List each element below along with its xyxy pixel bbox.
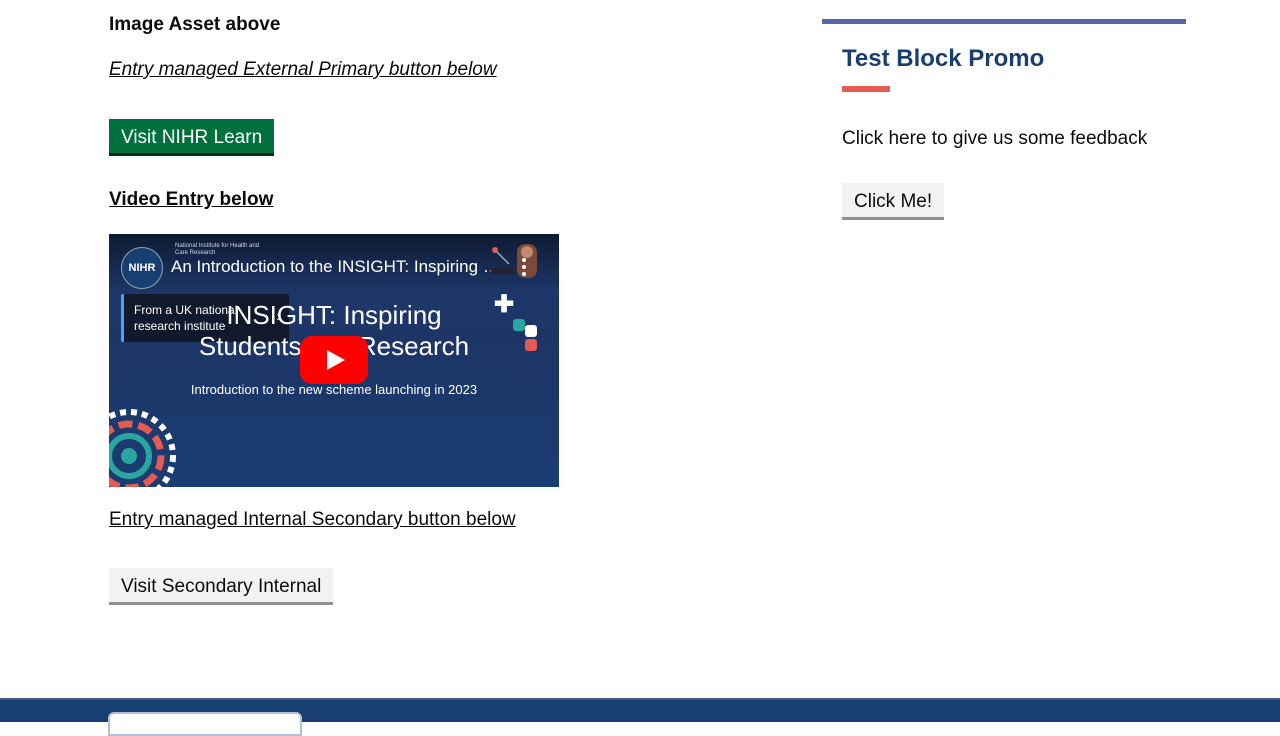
circle-pattern-icon [109,409,176,487]
hexagon-white-icon [525,325,537,337]
promo-accent-bar [842,86,890,92]
visit-nihr-learn-button[interactable]: Visit NIHR Learn [109,119,275,156]
plus-decoration-icon: ✚ [494,291,515,318]
video-entry-heading[interactable]: Video Entry below [109,189,273,211]
more-options-icon[interactable] [517,256,531,278]
click-me-button[interactable]: Click Me! [842,183,945,220]
hexagon-teal-icon [513,319,525,331]
secondary-intro-link[interactable]: Entry managed Internal Secondary button … [109,509,516,531]
thumbnail-title-line1: INSIGHT: Inspiring [226,300,442,330]
promo-text: Click here to give us some feedback [842,128,1148,149]
test-block-promo: Test Block Promo Click here to give us s… [822,19,1186,220]
youtube-play-icon[interactable] [300,336,368,384]
primary-intro-link[interactable]: Entry managed External Primary button be… [109,59,497,81]
image-asset-label: Image Asset above [109,14,281,35]
channel-logo[interactable]: NIHR [121,247,163,289]
visit-secondary-internal-button[interactable]: Visit Secondary Internal [109,568,334,605]
video-title[interactable]: An Introduction to the INSIGHT: Inspirin… [171,257,501,277]
embedded-video-player[interactable]: National Institute for Health and Care R… [109,234,559,487]
hexagon-red-icon [525,339,537,351]
promo-title: Test Block Promo [842,45,1045,72]
footer-panel [108,712,302,736]
nihr-tagline: National Institute for Health and Care R… [175,243,260,256]
video-thumbnail-subtitle: Introduction to the new scheme launching… [190,382,478,397]
page-footer [0,698,1280,736]
